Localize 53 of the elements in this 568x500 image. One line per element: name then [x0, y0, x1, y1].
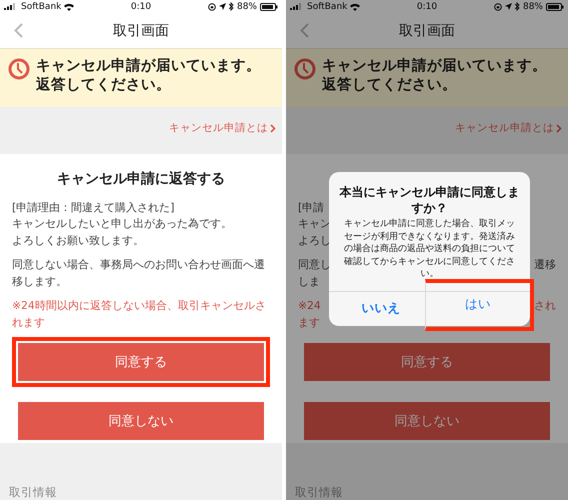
body-text: され — [534, 298, 556, 314]
body-text: 遷移 — [534, 257, 556, 274]
carrier-label: SoftBank — [307, 2, 348, 12]
body-text: よろしくお願い致します。 — [12, 232, 144, 249]
rotation-lock-icon — [494, 2, 502, 11]
body-text: 同意し — [298, 257, 331, 274]
confirm-button[interactable]: はい — [425, 278, 534, 330]
agree-button[interactable]: 同意する — [304, 343, 550, 382]
screen-title: 取引画面 — [112, 22, 170, 40]
agree-button[interactable]: 同意する — [18, 343, 264, 382]
wifi-icon — [350, 2, 360, 11]
bluetooth-icon — [514, 2, 520, 12]
decline-button[interactable]: 同意しない — [18, 402, 264, 440]
clock-icon — [294, 58, 316, 80]
decline-button[interactable]: 同意しない — [304, 402, 550, 440]
notice-text: キャンセル申請が届いています。返答してください。 — [322, 56, 548, 95]
body-text: キャンセルしたいと申し出があった為です。 — [12, 216, 232, 232]
back-icon[interactable] — [300, 22, 309, 38]
body-text: ※24時間以内に返答しない場合、取引キャンセルされます — [12, 298, 267, 331]
battery-icon — [260, 2, 278, 11]
body-text: [申請理由：間違えて購入された] — [12, 200, 174, 216]
body-text: [申請 — [298, 200, 324, 216]
section-label: 取引情報 — [295, 485, 343, 499]
body-text: ます — [298, 314, 320, 331]
wifi-icon — [64, 2, 74, 11]
back-icon[interactable] — [14, 22, 23, 38]
location-icon — [218, 3, 226, 10]
clock-time: 0:10 — [130, 2, 152, 12]
chevron-icon — [556, 124, 562, 133]
clock-icon — [8, 58, 30, 80]
bluetooth-icon — [228, 2, 234, 12]
help-link[interactable]: キャンセル申請とは — [455, 121, 562, 136]
battery-percent: 88% — [522, 2, 543, 12]
battery-icon — [546, 2, 564, 11]
rotation-lock-icon — [208, 2, 216, 11]
battery-percent: 88% — [236, 2, 257, 12]
signal-icon — [4, 3, 18, 10]
body-text: よろし — [298, 232, 331, 249]
chevron-icon — [270, 124, 276, 133]
section-title: キャンセル申請に返答する — [56, 170, 226, 189]
body-text: 同意しない場合、事務局へのお問い合わせ画面へ遷移します。 — [12, 257, 266, 290]
clock-time: 0:10 — [416, 2, 438, 12]
body-text: ※24 — [298, 298, 321, 314]
notice-text: キャンセル申請が届いています。返答してください。 — [36, 56, 262, 95]
dialog-title: 本当にキャンセル申請に同意しますか？ — [338, 184, 520, 217]
location-icon — [504, 3, 512, 10]
carrier-label: SoftBank — [21, 2, 62, 12]
dialog-message: キャンセル申請に同意した場合、取引メッセージが利用できなくなります。発送済みの場合は商品の返品や送料の負担について確認してからキャンセルに同意してください。 — [343, 218, 516, 281]
screen-title: 取引画面 — [398, 22, 456, 40]
section-label: 取引情報 — [9, 485, 57, 499]
help-link[interactable]: キャンセル申請とは — [169, 121, 276, 136]
body-text: しま — [298, 274, 320, 290]
signal-icon — [290, 3, 304, 10]
